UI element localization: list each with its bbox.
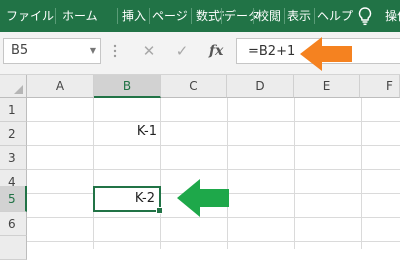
cell-grid[interactable] xyxy=(27,98,400,249)
column-header-d[interactable]: D xyxy=(227,75,294,98)
insert-function-icon[interactable]: fx xyxy=(209,41,223,61)
column-header-f[interactable]: F xyxy=(360,75,400,98)
cancel-icon[interactable]: ✕ xyxy=(139,41,159,61)
tab-help[interactable]: ヘルプ xyxy=(317,0,353,32)
row-header-3[interactable]: 3 xyxy=(0,146,27,170)
tab-review[interactable]: 校閲 xyxy=(257,0,281,32)
name-box-value: B5 xyxy=(11,43,29,58)
lightbulb-icon[interactable] xyxy=(356,6,374,26)
tab-data[interactable]: データ xyxy=(224,0,260,32)
chevron-down-icon[interactable]: ▼ xyxy=(90,46,96,55)
tab-file[interactable]: ファイル xyxy=(6,0,54,32)
row-header-5[interactable]: 5 xyxy=(0,186,27,212)
column-header-a[interactable]: A xyxy=(27,75,94,98)
ribbon-tab-bar: ファイル ホーム 挿入 ページ レイアウト 数式 データ 校閲 表示 ヘルプ 操… xyxy=(0,0,400,32)
column-header-c[interactable]: C xyxy=(161,75,227,98)
vertical-dots-icon[interactable] xyxy=(113,44,117,58)
row-header-6[interactable]: 6 xyxy=(0,212,27,236)
tab-home[interactable]: ホーム xyxy=(62,0,98,32)
tab-separator xyxy=(284,8,285,24)
tab-separator xyxy=(191,8,192,24)
tab-insert[interactable]: 挿入 xyxy=(122,0,146,32)
formula-text: =B2+1 xyxy=(248,44,296,59)
row-header-1[interactable]: 1 xyxy=(0,98,27,122)
row-header-2[interactable]: 2 xyxy=(0,122,27,146)
column-header-b[interactable]: B xyxy=(94,75,161,98)
tab-separator xyxy=(253,8,254,24)
enter-check-icon[interactable]: ✓ xyxy=(172,41,192,61)
tab-formulas[interactable]: 数式 xyxy=(194,0,221,32)
tab-separator xyxy=(55,8,56,24)
tab-view[interactable]: 表示 xyxy=(287,0,311,32)
column-header-e[interactable]: E xyxy=(294,75,360,98)
corner-triangle-icon xyxy=(14,85,23,94)
tab-separator xyxy=(314,8,315,24)
arrow-left-icon xyxy=(177,179,229,217)
cell-b5-value: K-2 xyxy=(134,191,155,206)
tell-me-search[interactable]: 操作 xyxy=(385,0,400,32)
row-header-7[interactable] xyxy=(0,236,27,260)
active-cell-b5[interactable]: K-2 xyxy=(93,186,163,214)
tab-separator xyxy=(149,8,150,24)
cell-b2[interactable]: K-1 xyxy=(95,120,157,144)
arrow-left-icon xyxy=(300,37,352,71)
tab-separator xyxy=(117,8,118,24)
select-all-corner[interactable] xyxy=(0,75,27,98)
name-box[interactable]: B5 ▼ xyxy=(3,38,101,64)
fill-handle[interactable] xyxy=(156,207,163,214)
tab-separator xyxy=(221,8,222,24)
